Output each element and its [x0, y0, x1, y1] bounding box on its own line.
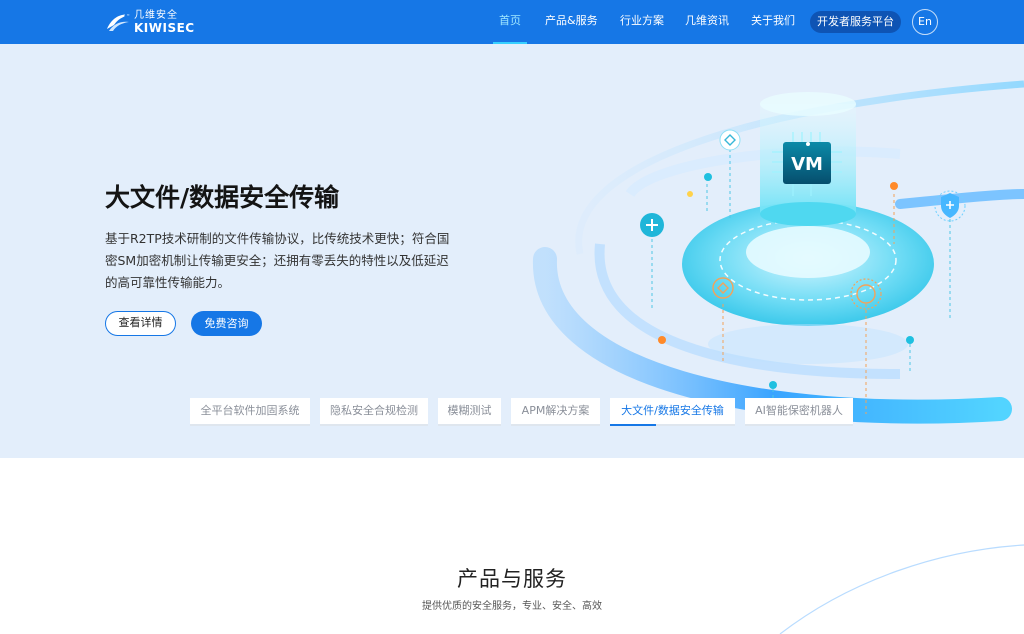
section-subtitle: 提供优质的安全服务，专业、安全、高效	[422, 601, 602, 612]
tab-fuzz-testing[interactable]: 模糊测试	[438, 398, 501, 426]
logo-chinese-name: 几维安全	[134, 9, 178, 21]
nav-news[interactable]: 几维资讯	[685, 0, 729, 44]
kiwi-bird-icon	[107, 14, 130, 31]
tab-privacy-compliance[interactable]: 隐私安全合规检测	[320, 398, 428, 426]
vm-chip-label: VM	[791, 154, 823, 175]
top-nav-bar: 几维安全 KIWISEC 首页 产品&服务 行业方案 几维资讯 关于我们 开发者…	[0, 0, 1024, 44]
page: 几维安全 KIWISEC 首页 产品&服务 行业方案 几维资讯 关于我们 开发者…	[0, 0, 1024, 634]
free-consult-button[interactable]: 免费咨询	[191, 311, 262, 336]
tab-ai-robot[interactable]: AI智能保密机器人	[745, 398, 853, 426]
hero-banner: VM 大文件/数据安全传输 基于R2TP技术研制的文件传输协议，比传统技术更快；…	[0, 44, 1024, 458]
tab-apm-solution[interactable]: APM解决方案	[511, 398, 600, 426]
tab-file-transfer[interactable]: 大文件/数据安全传输	[610, 398, 735, 426]
hero-title: 大文件/数据安全传输	[105, 183, 340, 212]
tab-app-hardening[interactable]: 全平台软件加固系统	[190, 398, 310, 426]
developer-platform-button[interactable]: 开发者服务平台	[810, 11, 901, 33]
nav-about-us[interactable]: 关于我们	[751, 0, 795, 44]
hero-description: 基于R2TP技术研制的文件传输协议，比传统技术更快；符合国密SM加密机制让传输更…	[105, 231, 450, 290]
kiwisec-logo[interactable]: 几维安全 KIWISEC	[104, 7, 204, 37]
nav-home[interactable]: 首页	[493, 0, 527, 44]
logo-english-name: KIWISEC	[134, 20, 195, 35]
nav-industry-solutions[interactable]: 行业方案	[620, 0, 664, 44]
nav-products-services[interactable]: 产品&服务	[545, 0, 598, 44]
section-title: 产品与服务	[457, 567, 567, 591]
view-details-button[interactable]: 查看详情	[105, 311, 176, 336]
language-switch-button[interactable]: En	[912, 9, 938, 35]
